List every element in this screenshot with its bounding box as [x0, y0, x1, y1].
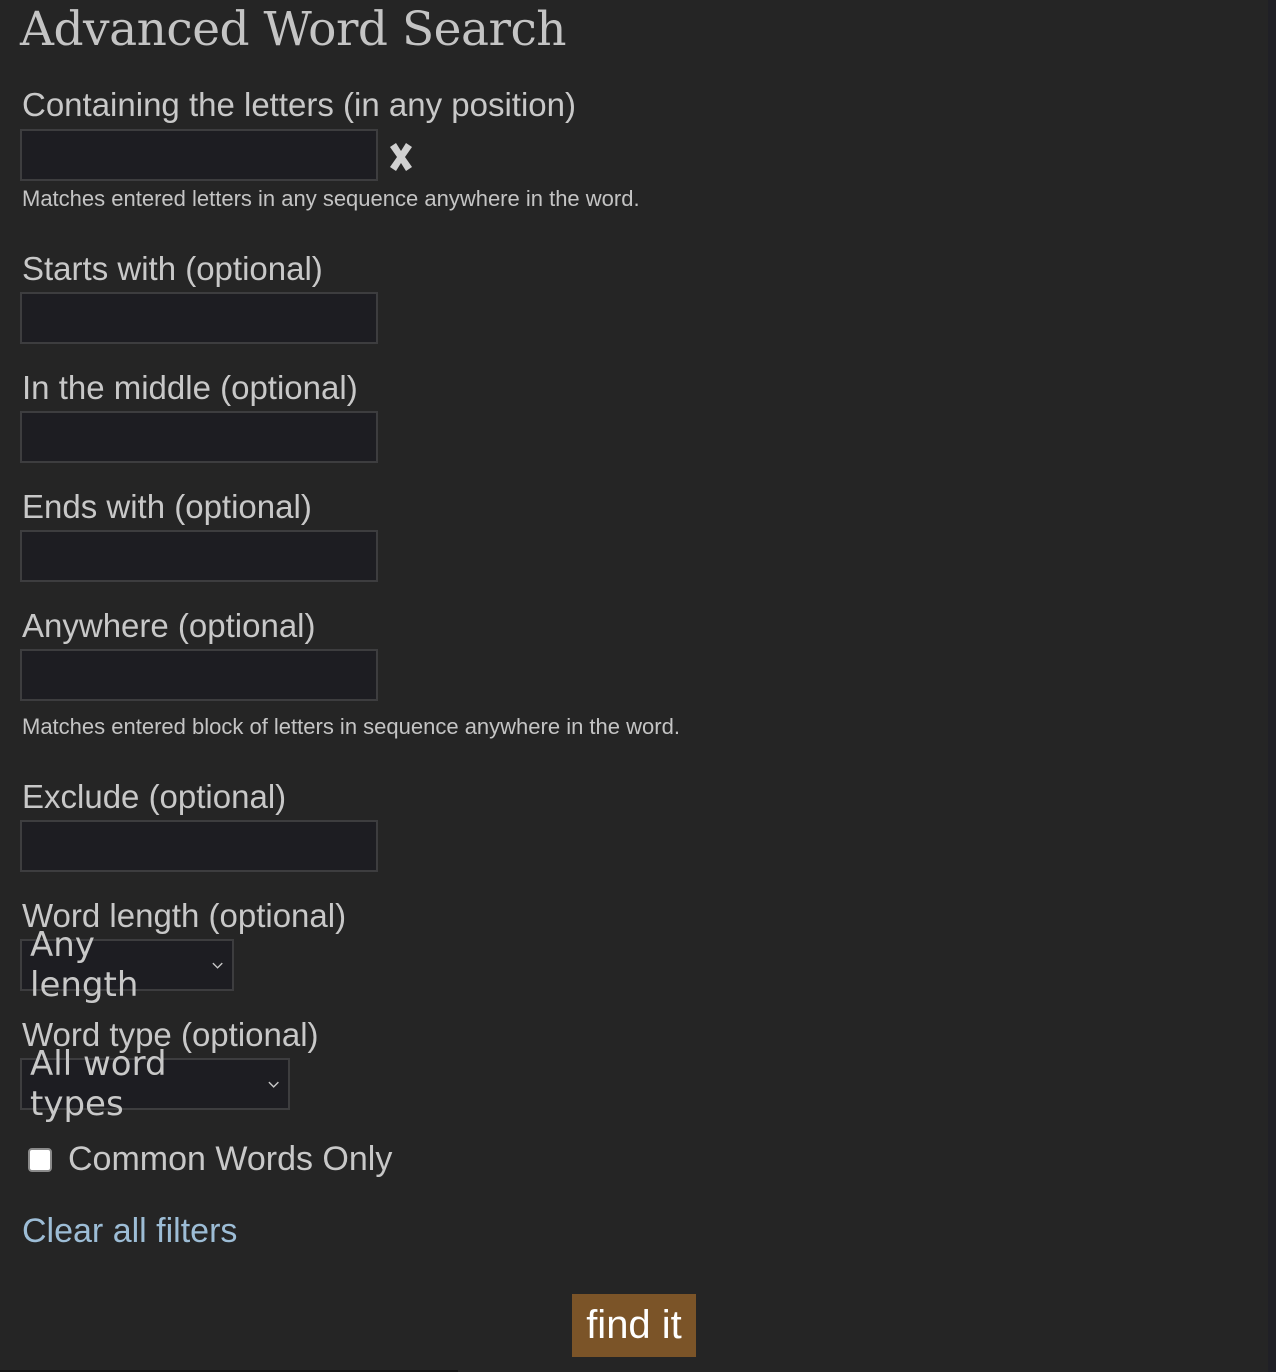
exclude-label: Exclude (optional): [22, 778, 287, 815]
chevron-down-icon: [268, 1081, 279, 1088]
word-type-select[interactable]: All word types: [20, 1044, 290, 1124]
middle-input[interactable]: [20, 411, 378, 463]
word-type-value: All word types: [30, 1044, 167, 1124]
common-words-checkbox[interactable]: [28, 1147, 52, 1172]
ends-with-label: Ends with (optional): [22, 488, 312, 525]
find-it-button[interactable]: find it: [572, 1294, 696, 1357]
anywhere-label: Anywhere (optional): [22, 607, 316, 644]
anywhere-input[interactable]: [20, 649, 378, 701]
chevron-down-icon: [212, 962, 223, 969]
page-title: Advanced Word Search: [20, 2, 567, 57]
word-length-select[interactable]: Any length: [20, 925, 234, 1005]
common-words-label: Common Words Only: [68, 1140, 393, 1178]
containing-input[interactable]: [20, 129, 378, 181]
starts-with-input[interactable]: [20, 292, 378, 344]
starts-with-label: Starts with (optional): [22, 250, 323, 287]
containing-help: Matches entered letters in any sequence …: [22, 186, 640, 211]
ends-with-input[interactable]: [20, 530, 378, 582]
containing-label: Containing the letters (in any position): [22, 86, 576, 123]
clear-all-filters-link[interactable]: Clear all filters: [22, 1212, 237, 1251]
middle-label: In the middle (optional): [22, 369, 358, 406]
exclude-input[interactable]: [20, 820, 378, 872]
common-words-toggle[interactable]: Common Words Only: [28, 1140, 392, 1179]
clear-containing-icon[interactable]: [386, 141, 416, 173]
anywhere-help: Matches entered block of letters in sequ…: [22, 714, 680, 739]
word-length-value: Any length: [30, 925, 139, 1005]
scrollbar-track[interactable]: [1268, 0, 1276, 1372]
